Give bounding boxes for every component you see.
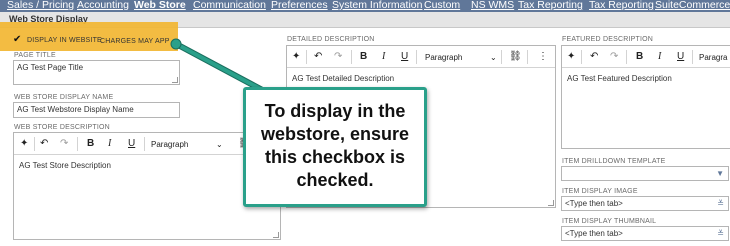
display-name-label: WEB STORE DISPLAY NAME: [14, 94, 114, 101]
resize-handle[interactable]: [273, 232, 279, 238]
drilldown-template-select[interactable]: ▼: [561, 166, 729, 181]
redo-icon[interactable]: ↷: [334, 51, 342, 63]
toolbar-divider: [351, 50, 352, 64]
resize-handle[interactable]: [548, 200, 554, 206]
subtab-bar: Sales / Pricing Accounting Web Store Com…: [0, 0, 730, 12]
paragraph-select[interactable]: Paragraph: [425, 52, 462, 64]
page-title-field[interactable]: AG Test Page Title: [13, 60, 180, 85]
redo-icon[interactable]: ↷: [60, 138, 68, 150]
tab-communication[interactable]: Communication: [193, 0, 266, 11]
toolbar-divider: [527, 50, 528, 64]
bold-button[interactable]: B: [636, 51, 643, 63]
double-chevron-down-icon[interactable]: ≚: [717, 229, 724, 238]
underline-button[interactable]: U: [677, 51, 684, 63]
featured-description-editor[interactable]: ✦ ↶ ↷ B I U Paragra AG Test Featured Des…: [561, 45, 730, 149]
tab-system-information[interactable]: System Information: [332, 0, 422, 11]
paragraph-select[interactable]: Paragraph: [151, 139, 188, 151]
tab-sales-pricing[interactable]: Sales / Pricing: [7, 0, 74, 11]
page-title-label: PAGE TITLE: [14, 52, 56, 59]
display-thumbnail-value: <Type then tab>: [565, 229, 623, 238]
display-thumbnail-label: ITEM DISPLAY THUMBNAIL: [562, 218, 657, 225]
featured-description-text: AG Test Featured Description: [567, 74, 672, 83]
toolbar-divider: [692, 50, 693, 64]
italic-button[interactable]: I: [658, 51, 661, 63]
display-thumbnail-field[interactable]: <Type then tab> ≚: [561, 226, 729, 241]
redo-icon[interactable]: ↷: [610, 51, 618, 63]
featured-description-label: FEATURED DESCRIPTION: [562, 36, 653, 43]
paragraph-select[interactable]: Paragra: [699, 52, 727, 64]
drilldown-template-label: ITEM DRILLDOWN TEMPLATE: [562, 158, 666, 165]
more-options-icon[interactable]: ⋮: [538, 51, 548, 63]
italic-button[interactable]: I: [108, 138, 111, 150]
instruction-callout: To display in the webstore, ensure this …: [243, 87, 427, 207]
toolbar-divider: [416, 50, 417, 64]
store-description-editor[interactable]: ✦ ↶ ↷ B I U Paragraph ⌄ ⛓ AG Test Store …: [13, 132, 281, 240]
toolbar-divider: [34, 137, 35, 151]
link-icon[interactable]: ⛓: [509, 51, 522, 63]
editor-toolbar: ✦ ↶ ↷ B I U Paragra: [562, 46, 730, 68]
store-description-label: WEB STORE DESCRIPTION: [14, 124, 110, 131]
undo-icon[interactable]: ↶: [314, 51, 322, 63]
tab-preferences[interactable]: Preferences: [271, 0, 328, 11]
tab-custom[interactable]: Custom: [424, 0, 460, 11]
underline-button[interactable]: U: [401, 51, 408, 63]
display-image-label: ITEM DISPLAY IMAGE: [562, 188, 638, 195]
bold-button[interactable]: B: [360, 51, 367, 63]
tab-web-store[interactable]: Web Store: [134, 0, 186, 11]
toolbar-divider: [77, 137, 78, 151]
tab-tax-reporting[interactable]: Tax Reporting: [518, 0, 583, 11]
tab-ns-wms[interactable]: NS WMS: [471, 0, 514, 11]
editor-toolbar: ✦ ↶ ↷ B I U Paragraph ⌄ ⛓ ⋮: [287, 46, 555, 68]
toolbar-divider: [626, 50, 627, 64]
editor-toolbar: ✦ ↶ ↷ B I U Paragraph ⌄ ⛓: [14, 133, 280, 155]
display-in-website-checkbox[interactable]: ✔: [13, 35, 21, 45]
ai-assist-icon[interactable]: ✦: [292, 51, 300, 63]
toolbar-divider: [501, 50, 502, 64]
charges-may-apply-label: CHARGES MAY APP: [100, 38, 170, 45]
dropdown-arrow-icon[interactable]: ▼: [716, 169, 724, 178]
display-image-field[interactable]: <Type then tab> ≚: [561, 196, 729, 211]
chevron-down-icon[interactable]: ⌄: [490, 52, 497, 64]
ai-assist-icon[interactable]: ✦: [20, 138, 28, 150]
double-chevron-down-icon[interactable]: ≚: [717, 199, 724, 208]
page-title-value: AG Test Page Title: [17, 63, 84, 72]
resize-handle[interactable]: [172, 77, 178, 83]
display-name-field[interactable]: AG Test Webstore Display Name: [13, 102, 180, 118]
detailed-description-text: AG Test Detailed Description: [292, 74, 395, 83]
undo-icon[interactable]: ↶: [590, 51, 598, 63]
display-image-value: <Type then tab>: [565, 199, 623, 208]
underline-button[interactable]: U: [128, 138, 135, 150]
tab-suitecommerce[interactable]: SuiteCommerce Pr: [655, 0, 730, 11]
tab-tax-reporting-2[interactable]: Tax Reporting: [589, 0, 654, 11]
italic-button[interactable]: I: [382, 51, 385, 63]
display-in-website-label: DISPLAY IN WEBSITE: [27, 37, 102, 44]
detailed-description-label: DETAILED DESCRIPTION: [287, 36, 375, 43]
callout-text: To display in the webstore, ensure this …: [260, 101, 410, 190]
display-name-value: AG Test Webstore Display Name: [17, 105, 134, 114]
toolbar-divider: [581, 50, 582, 64]
ai-assist-icon[interactable]: ✦: [567, 51, 575, 63]
undo-icon[interactable]: ↶: [40, 138, 48, 150]
bold-button[interactable]: B: [87, 138, 94, 150]
chevron-down-icon[interactable]: ⌄: [216, 139, 223, 151]
toolbar-divider: [306, 50, 307, 64]
toolbar-divider: [144, 137, 145, 151]
tab-accounting[interactable]: Accounting: [77, 0, 129, 11]
store-description-text: AG Test Store Description: [19, 161, 111, 170]
